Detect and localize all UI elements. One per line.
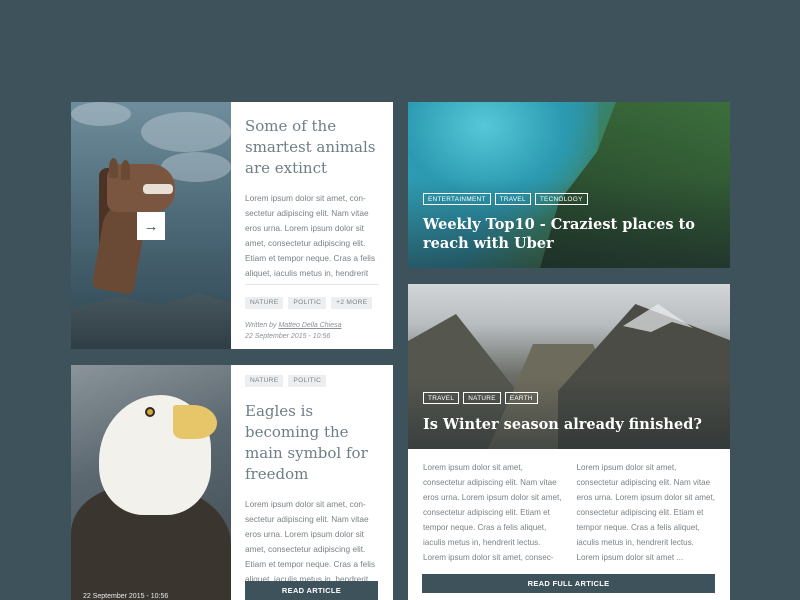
- tag-nature[interactable]: NATURE: [245, 297, 284, 309]
- tag-politic[interactable]: POLITIC: [288, 297, 327, 309]
- tag-list: ENTERTAINMENT TRAVEL TECNOLOGY: [423, 193, 588, 205]
- tag-more[interactable]: +2 MORE: [331, 297, 373, 309]
- tag-travel[interactable]: TRAVEL: [494, 193, 531, 205]
- article-title[interactable]: Eagles is becoming the main symbol for f…: [245, 401, 379, 485]
- horse-photo: →: [71, 102, 231, 349]
- author-link[interactable]: Matteo Della Chiesa: [278, 322, 341, 329]
- article-card-winter-season[interactable]: TRAVEL NATURE EARTH Is Winter season alr…: [408, 284, 730, 600]
- read-article-button[interactable]: READ ARTICLE: [245, 581, 378, 600]
- article-card-extinct-animals[interactable]: → Some of the smartest animals are extin…: [71, 102, 393, 349]
- next-button[interactable]: →: [137, 212, 165, 240]
- article-column-2: Lorem ipsum dolor sit amet, consectetur …: [576, 463, 716, 562]
- article-column-1: Lorem ipsum dolor sit amet, consectetur …: [423, 463, 562, 562]
- article-excerpt: Lorem ipsum dolor sit amet, con-sectetur…: [245, 193, 376, 278]
- publish-date: 22 September 2015 - 10:56: [83, 593, 169, 600]
- tag-politic[interactable]: POLITIC: [288, 375, 327, 387]
- article-title[interactable]: Some of the smartest animals are extinct: [245, 116, 379, 179]
- tag-earth[interactable]: EARTH: [504, 392, 538, 404]
- article-body-columns: Lorem ipsum dolor sit amet, consectetur …: [423, 460, 716, 565]
- tag-nature[interactable]: NATURE: [463, 392, 501, 404]
- article-card-top10-places[interactable]: ENTERTAINMENT TRAVEL TECNOLOGY Weekly To…: [408, 102, 730, 268]
- tag-tecnology[interactable]: TECNOLOGY: [534, 193, 588, 205]
- byline-prefix: Written by: [245, 322, 277, 329]
- publish-date: 22 September 2015 - 10:56: [245, 333, 331, 340]
- tag-list: NATURE POLITIC: [245, 375, 379, 387]
- article-title[interactable]: Weekly Top10 - Craziest places to reach …: [423, 215, 723, 253]
- tag-travel[interactable]: TRAVEL: [423, 392, 460, 404]
- tag-list: TRAVEL NATURE EARTH: [423, 392, 538, 404]
- tag-entertainment[interactable]: ENTERTAINMENT: [423, 193, 491, 205]
- read-full-article-button[interactable]: READ FULL ARTICLE: [422, 574, 715, 593]
- article-title[interactable]: Is Winter season already finished?: [423, 415, 723, 434]
- tag-nature[interactable]: NATURE: [245, 375, 284, 387]
- tag-list: NATURE POLITIC +2 MORE: [245, 297, 373, 309]
- article-card-eagles[interactable]: 22 September 2015 - 10:56 NATURE POLITIC…: [71, 365, 393, 600]
- arrow-right-icon: →: [143, 217, 159, 235]
- divider: [245, 284, 379, 285]
- eagle-photo: 22 September 2015 - 10:56: [71, 365, 231, 600]
- byline: Written by Matteo Della Chiesa 22 Septem…: [245, 320, 342, 342]
